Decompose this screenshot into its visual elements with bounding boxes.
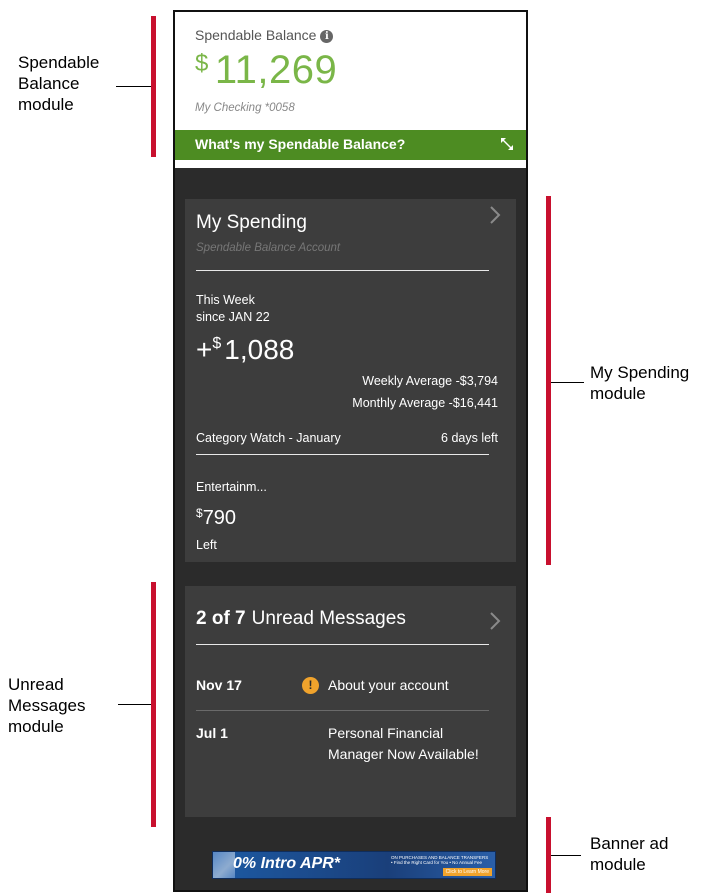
- unread-count: 2 of 7: [196, 608, 246, 629]
- my-spending-module[interactable]: My Spending Spendable Balance Account Th…: [185, 199, 516, 562]
- banner-ad-leader: [551, 855, 581, 856]
- weekly-spending-amount: +$ 1,088: [196, 334, 294, 366]
- alert-icon: !: [302, 677, 319, 694]
- spendable-balance-amount: $11,269: [195, 48, 337, 93]
- banner-headline: 0% Intro APR*: [233, 855, 340, 872]
- app-panel: Spendable Balance i $11,269 My Checking *…: [173, 10, 528, 892]
- category-remaining-amount: $790: [196, 506, 236, 530]
- spendable-balance-module: Spendable Balance i $11,269 My Checking *…: [175, 12, 526, 168]
- weekly-average: Weekly Average -$3,794: [362, 374, 498, 388]
- banner-ad-callout: Banner ad module: [590, 834, 669, 874]
- expand-icon[interactable]: [498, 135, 516, 153]
- spendable-balance-link-label: What's my Spendable Balance?: [195, 136, 406, 152]
- spendable-balance-leader: [116, 86, 151, 87]
- amount-value: 1,088: [224, 334, 295, 365]
- category-name: Entertainm...: [196, 480, 267, 494]
- divider: [196, 270, 489, 271]
- unread-messages-callout: Unread Messages module: [8, 675, 86, 736]
- currency-symbol: $: [195, 50, 209, 77]
- message-subject[interactable]: About your account: [328, 675, 449, 696]
- amount-sign: +: [196, 334, 213, 365]
- my-spending-leader: [551, 382, 584, 383]
- banner-ad[interactable]: 0% Intro APR* ON PURCHASES AND BALANCE T…: [212, 851, 496, 879]
- currency-symbol: $: [212, 335, 222, 352]
- chevron-right-icon[interactable]: [488, 611, 502, 631]
- spendable-balance-title-row: Spendable Balance i: [195, 27, 334, 43]
- category-remaining-value: 790: [202, 507, 237, 529]
- period-since: since JAN 22: [196, 310, 270, 324]
- category-remaining-label: Left: [196, 538, 217, 552]
- spendable-balance-callout: Spendable Balance module: [18, 53, 100, 114]
- info-icon[interactable]: i: [320, 30, 334, 43]
- divider: [196, 710, 489, 711]
- message-date[interactable]: Jul 1: [196, 725, 228, 741]
- category-watch-label: Category Watch - January: [196, 431, 341, 445]
- my-spending-title: My Spending: [196, 212, 307, 233]
- my-spending-subtitle: Spendable Balance Account: [196, 242, 341, 254]
- currency-symbol: $: [196, 506, 203, 520]
- period-name: This Week: [196, 293, 255, 307]
- unread-messages-title: Unread Messages: [251, 608, 406, 629]
- message-date[interactable]: Nov 17: [196, 677, 242, 693]
- spendable-balance-title: Spendable Balance: [195, 27, 317, 43]
- banner-cta-button[interactable]: Click to Learn More: [442, 868, 492, 876]
- my-spending-callout: My Spending module: [590, 363, 690, 403]
- chevron-right-icon[interactable]: [488, 205, 502, 225]
- unread-messages-marker: [151, 582, 156, 827]
- message-subject[interactable]: Personal Financial Manager Now Available…: [328, 723, 488, 765]
- divider: [196, 454, 489, 455]
- unread-messages-module[interactable]: 2 of 7 Unread Messages Nov 17 ! About you…: [185, 586, 516, 817]
- divider: [196, 644, 489, 645]
- period-label: This Week since JAN 22: [196, 292, 270, 326]
- banner-fine-print: • Find the Right Card for You • No Annua…: [391, 860, 482, 865]
- days-left: 6 days left: [441, 431, 498, 445]
- account-name: My Checking *0058: [195, 102, 295, 114]
- my-spending-marker: [546, 196, 551, 565]
- balance-value: 11,269: [214, 48, 338, 92]
- unread-messages-leader: [118, 704, 151, 705]
- monthly-average: Monthly Average -$16,441: [352, 396, 498, 410]
- banner-detail-block: ON PURCHASES AND BALANCE TRANSFERS • Fin…: [391, 855, 495, 865]
- spendable-balance-link[interactable]: What's my Spendable Balance?: [175, 130, 526, 160]
- unread-messages-header: 2 of 7 Unread Messages: [196, 608, 406, 630]
- spendable-balance-marker: [151, 16, 156, 157]
- banner-flag-graphic: [213, 852, 235, 878]
